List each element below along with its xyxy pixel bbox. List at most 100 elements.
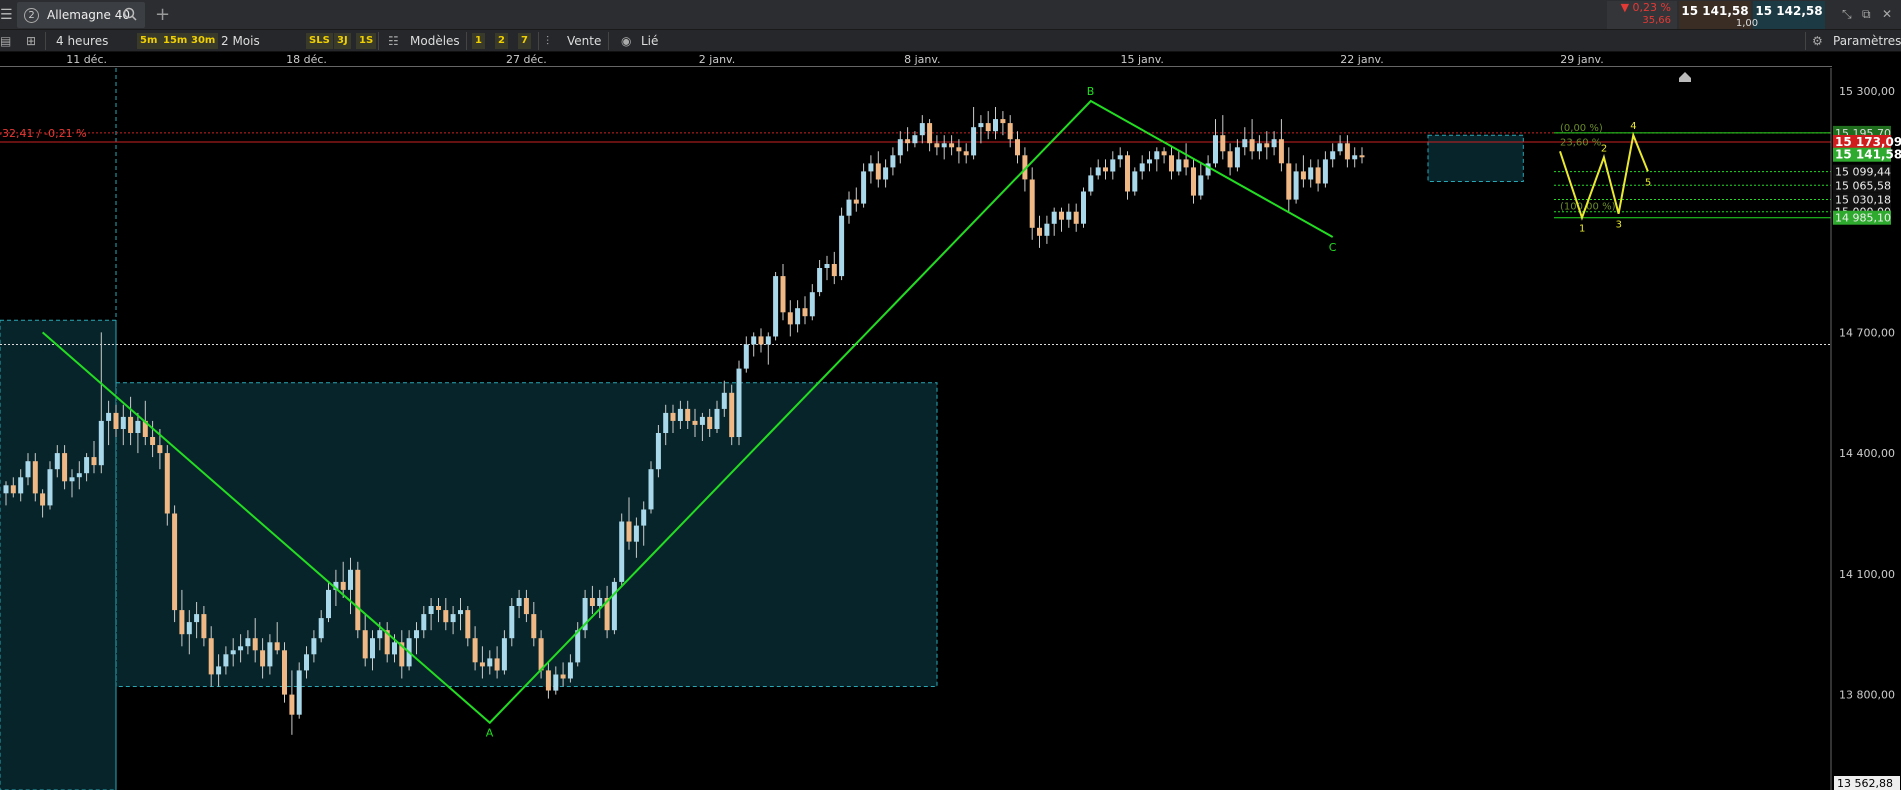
candle-body — [626, 521, 632, 542]
candle-body — [1220, 135, 1226, 152]
candle-body — [773, 276, 779, 337]
candle-body — [436, 606, 441, 610]
candle-body — [985, 123, 991, 132]
candle-body — [479, 662, 485, 667]
candle-body — [729, 392, 735, 438]
price-axis-label: 13 562,88 — [1837, 777, 1893, 790]
candle-body — [611, 581, 617, 631]
fib-label: (0,00 %) — [1560, 123, 1603, 134]
candle-body — [927, 123, 933, 144]
elliott-wave-label: 1 — [1579, 224, 1585, 235]
candle-body — [1154, 151, 1160, 160]
candle-body — [340, 581, 346, 590]
candle-body — [1073, 211, 1079, 224]
candle-body — [509, 606, 515, 639]
candle-body — [194, 614, 200, 623]
candle-body — [186, 622, 192, 635]
level-tag: 14 985,10 — [1835, 212, 1891, 225]
candle-body — [919, 123, 925, 136]
candle-body — [69, 477, 75, 482]
change-annotation: -32,41 / -0,21 % — [0, 127, 87, 140]
candle-body — [289, 694, 295, 715]
candle-body — [1330, 151, 1336, 160]
candle-body — [25, 461, 31, 478]
candle-body — [494, 658, 500, 671]
candle-body — [465, 610, 471, 639]
candle-body — [1191, 167, 1196, 196]
candle-body — [853, 199, 859, 204]
candle-body — [1359, 155, 1365, 158]
candle-body — [831, 264, 837, 277]
level-tag: 15 065,58 — [1835, 179, 1891, 192]
candle-body — [1088, 175, 1094, 192]
zigzag-point-label: B — [1087, 85, 1095, 98]
fib-label: 23,60 % — [1560, 137, 1601, 148]
candle-body — [296, 670, 302, 715]
price-axis-label: 13 800,00 — [1839, 689, 1895, 702]
candle-body — [1103, 167, 1108, 172]
candle-body — [274, 642, 280, 651]
candle-body — [1117, 155, 1123, 160]
candle-body — [128, 416, 134, 433]
candle-body — [1029, 179, 1035, 228]
candle-body — [648, 469, 654, 510]
candle-body — [370, 638, 375, 659]
candle-body — [1322, 159, 1328, 184]
candle-body — [392, 642, 397, 655]
candle-body — [450, 614, 456, 623]
candle-body — [633, 525, 639, 542]
candle-body — [1051, 211, 1057, 224]
candle-body — [1264, 143, 1270, 148]
candle-body — [377, 630, 383, 639]
candle-body — [1161, 151, 1167, 156]
shaded-zone-box — [0, 319, 117, 790]
candle-body — [150, 437, 156, 445]
candle-body — [1037, 227, 1042, 236]
shaded-zone-box — [115, 382, 938, 687]
candle-body — [817, 268, 823, 293]
candle-body — [787, 312, 793, 325]
candle-body — [1344, 143, 1350, 160]
candle-body — [1066, 211, 1072, 220]
candle-body — [941, 143, 947, 148]
candle-body — [1198, 175, 1204, 196]
candle-body — [113, 412, 119, 429]
price-chart[interactable]: -32,41 / -0,21 % (0,00 %)23,60 %(100,00 %… — [0, 0, 1901, 790]
candle-body — [670, 412, 676, 421]
candle-body — [846, 199, 852, 216]
candle-body — [692, 420, 698, 425]
price-axis-label: 14 100,00 — [1839, 568, 1895, 581]
candle-body — [40, 493, 46, 506]
candle-body — [1293, 171, 1299, 200]
candle-body — [655, 433, 661, 470]
candle-body — [809, 292, 815, 317]
candle-body — [824, 264, 830, 268]
candle-body — [780, 276, 786, 313]
price-axis-label: 14 400,00 — [1839, 447, 1895, 460]
candle-body — [883, 167, 889, 180]
candle-body — [62, 453, 68, 482]
candle-body — [1139, 163, 1145, 172]
zigzag-point-label: C — [1329, 241, 1337, 254]
candle-body — [897, 139, 903, 156]
candle-body — [890, 155, 896, 168]
candle-body — [545, 670, 551, 691]
candle-body — [538, 638, 544, 671]
candle-body — [685, 408, 691, 421]
candle-body — [589, 598, 595, 606]
candle-body — [641, 509, 647, 526]
candle-body — [311, 638, 317, 655]
elliott-wave-label: 5 — [1645, 177, 1651, 188]
candle-body — [1249, 139, 1255, 152]
candle-body — [326, 589, 331, 619]
candle-body — [875, 163, 881, 180]
candle-body — [912, 135, 918, 144]
candle-body — [135, 420, 141, 433]
candle-body — [1227, 151, 1233, 168]
candle-body — [531, 614, 537, 639]
candle-body — [905, 139, 911, 144]
elliott-wave-label: 4 — [1630, 121, 1636, 132]
candle-body — [1183, 159, 1189, 168]
candle-body — [216, 666, 222, 675]
candle-body — [765, 336, 771, 345]
